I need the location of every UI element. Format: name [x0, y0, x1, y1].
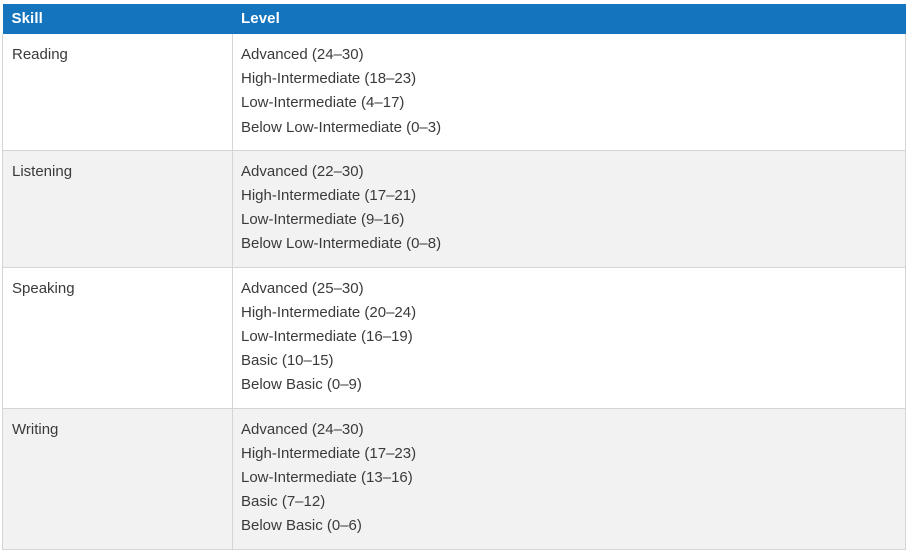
cell-level-writing: Advanced (24–30) High-Intermediate (17–2… [232, 408, 906, 550]
level-line: Basic (10–15) [241, 352, 334, 370]
level-line: Below Basic (0–9) [241, 376, 362, 394]
level-line: Below Basic (0–6) [241, 517, 362, 535]
level-line: High-Intermediate (17–21) [241, 187, 417, 205]
cell-skill-reading: Reading [2, 34, 233, 151]
level-line: Low-Intermediate (9–16) [241, 211, 405, 229]
table-row: Speaking Advanced (25–30) High-Intermedi… [2, 267, 906, 409]
table-body: Reading Advanced (24–30) High-Intermedia… [2, 34, 906, 550]
level-line: Below Low-Intermediate (0–8) [241, 235, 442, 253]
level-line: Advanced (24–30) [241, 46, 364, 63]
level-line: Low-Intermediate (13–16) [241, 469, 413, 487]
cell-level-listening: Advanced (22–30) High-Intermediate (17–2… [232, 150, 906, 268]
cell-skill-writing: Writing [2, 408, 233, 550]
level-line: High-Intermediate (17–23) [241, 444, 417, 462]
cell-level-speaking: Advanced (25–30) High-Intermediate (20–2… [232, 267, 906, 409]
page-container: Skill Level Reading Advanced (24–30) Hig… [0, 0, 913, 550]
cell-skill-speaking: Speaking [2, 267, 233, 409]
skill-level-table: Skill Level Reading Advanced (24–30) Hig… [2, 4, 906, 550]
level-line: Advanced (25–30) [241, 279, 364, 297]
level-line: Low-Intermediate (4–17) [241, 94, 405, 112]
level-line: Basic (7–12) [241, 493, 326, 511]
level-line: High-Intermediate (20–24) [241, 303, 417, 321]
table-header: Skill Level [2, 4, 906, 34]
cell-skill-listening: Listening [2, 150, 233, 268]
column-header-level: Level [232, 4, 906, 34]
table-header-row: Skill Level [2, 4, 906, 34]
level-line: High-Intermediate (18–23) [241, 70, 417, 88]
level-line: Advanced (24–30) [241, 420, 364, 438]
level-line: Advanced (22–30) [241, 162, 364, 180]
column-header-skill: Skill [2, 4, 233, 34]
table-row: Listening Advanced (22–30) High-Intermed… [2, 150, 906, 268]
table-row: Reading Advanced (24–30) High-Intermedia… [2, 34, 906, 151]
table-row: Writing Advanced (24–30) High-Intermedia… [2, 408, 906, 550]
level-line: Below Low-Intermediate (0–3) [241, 118, 442, 136]
cell-level-reading: Advanced (24–30) High-Intermediate (18–2… [232, 34, 906, 151]
level-line: Low-Intermediate (16–19) [241, 328, 413, 346]
